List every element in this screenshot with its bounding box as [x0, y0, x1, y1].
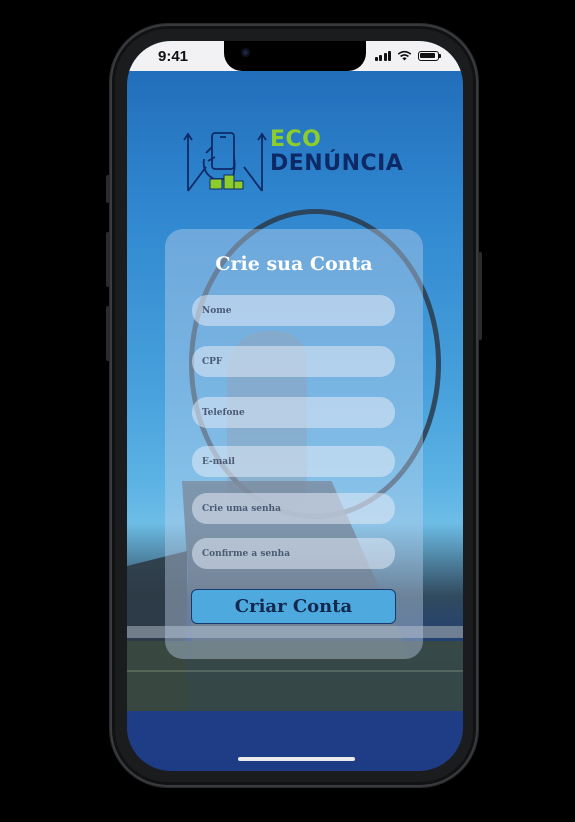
logo-eco-text: ECO [270, 127, 322, 152]
logo-wordmark: ECO DENÚNCIA [270, 129, 403, 175]
power-button [478, 252, 482, 340]
form-title: Crie sua Conta [215, 253, 373, 275]
home-indicator[interactable] [238, 757, 355, 761]
front-camera [241, 48, 250, 57]
email-field[interactable] [192, 446, 395, 477]
battery-icon [418, 50, 441, 61]
silent-switch [106, 175, 110, 203]
status-icons [374, 50, 441, 61]
wifi-icon [397, 50, 412, 61]
signup-card: Crie sua Conta Criar Conta [165, 229, 423, 659]
phone-field[interactable] [192, 397, 395, 428]
cpf-field[interactable] [192, 346, 395, 377]
logo-icon [183, 132, 267, 192]
name-field[interactable] [192, 295, 395, 326]
status-bar: 9:41 [127, 41, 463, 71]
create-account-button[interactable]: Criar Conta [191, 589, 396, 624]
status-time: 9:41 [158, 48, 189, 65]
app-screen: 9:41 ECO DENÚNCIA Crie sua Conta Nome CP… [127, 41, 463, 771]
volume-up-button [106, 232, 110, 287]
password-field[interactable] [192, 493, 395, 524]
logo-denuncia-text: DENÚNCIA [270, 151, 404, 176]
eco-denuncia-logo: ECO DENÚNCIA [182, 127, 412, 199]
confirm-password-field[interactable] [192, 538, 395, 569]
volume-down-button [106, 306, 110, 361]
signal-icon [374, 50, 391, 61]
